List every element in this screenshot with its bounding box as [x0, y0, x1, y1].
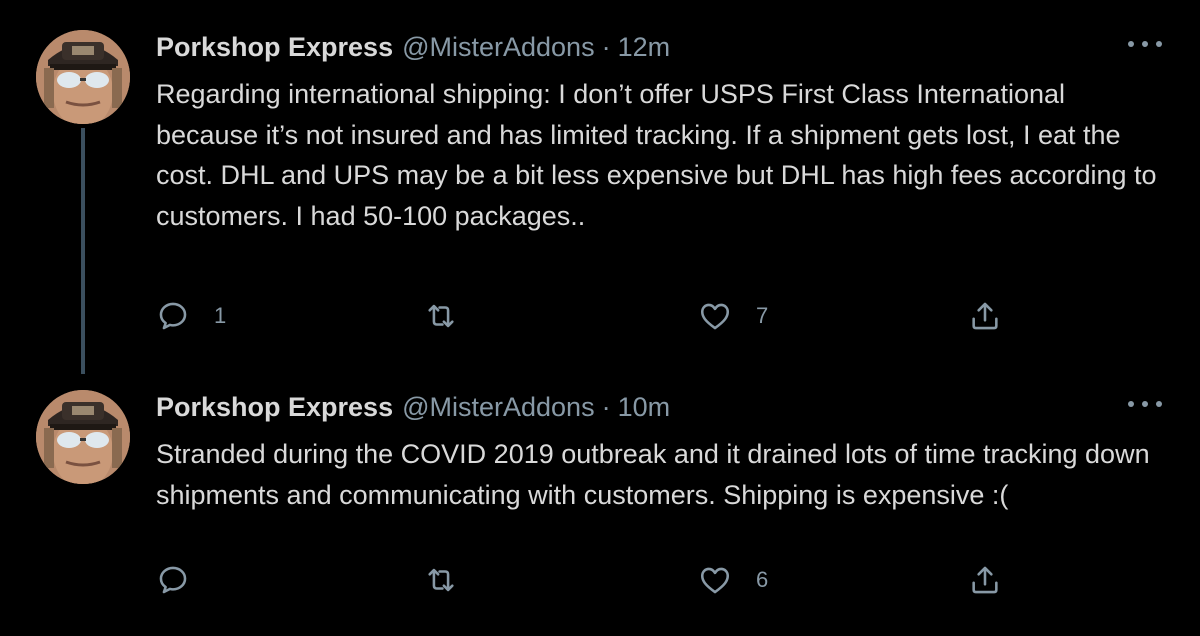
heart-icon: [700, 567, 730, 594]
like-button[interactable]: 6: [698, 560, 768, 600]
like-count: 7: [756, 303, 769, 328]
reply-button[interactable]: [156, 560, 214, 600]
reply-button[interactable]: 1: [156, 296, 226, 336]
separator-dot: ·: [601, 392, 611, 422]
tweet-content: Porkshop Express @MisterAddons · 10m Str…: [156, 392, 1166, 515]
share-icon: [972, 566, 998, 594]
tweet-text: Regarding international shipping: I don’…: [156, 79, 1157, 231]
tweet-header: Porkshop Express @MisterAddons · 10m: [156, 392, 1166, 426]
timestamp[interactable]: 12m: [618, 32, 671, 63]
reply-icon: [159, 302, 187, 330]
like-count: 6: [756, 567, 769, 592]
tweet-content: Porkshop Express @MisterAddons · 12m Reg…: [156, 32, 1166, 236]
heart-icon: [700, 303, 730, 330]
tweet-actions: 6: [156, 560, 1016, 600]
avatar[interactable]: [36, 30, 130, 124]
tweet[interactable]: Porkshop Express @MisterAddons · 12m Reg…: [0, 22, 1200, 358]
retweet-button[interactable]: [424, 296, 482, 336]
author-handle[interactable]: @MisterAddons: [402, 32, 594, 63]
share-button[interactable]: [968, 296, 1002, 336]
tweet-text: Stranded during the COVID 2019 outbreak …: [156, 439, 1150, 510]
reply-count: 1: [214, 303, 227, 328]
retweet-button[interactable]: [424, 560, 482, 600]
more-icon[interactable]: [1128, 34, 1162, 54]
more-icon[interactable]: [1128, 394, 1162, 414]
share-button[interactable]: [968, 560, 1002, 600]
separator-dot: ·: [601, 32, 611, 62]
share-icon: [972, 302, 998, 330]
avatar[interactable]: [36, 390, 130, 484]
reply-icon: [159, 566, 187, 594]
author-name[interactable]: Porkshop Express: [156, 392, 393, 423]
tweet-header: Porkshop Express @MisterAddons · 12m: [156, 32, 1166, 66]
author-handle[interactable]: @MisterAddons: [402, 392, 594, 423]
retweet-icon: [428, 568, 454, 592]
timestamp[interactable]: 10m: [618, 392, 671, 423]
tweet-thread: Porkshop Express @MisterAddons · 12m Reg…: [0, 0, 1200, 636]
author-name[interactable]: Porkshop Express: [156, 32, 393, 63]
tweet-actions: 1 7: [156, 296, 1016, 336]
like-button[interactable]: 7: [698, 296, 768, 336]
retweet-icon: [428, 304, 454, 328]
